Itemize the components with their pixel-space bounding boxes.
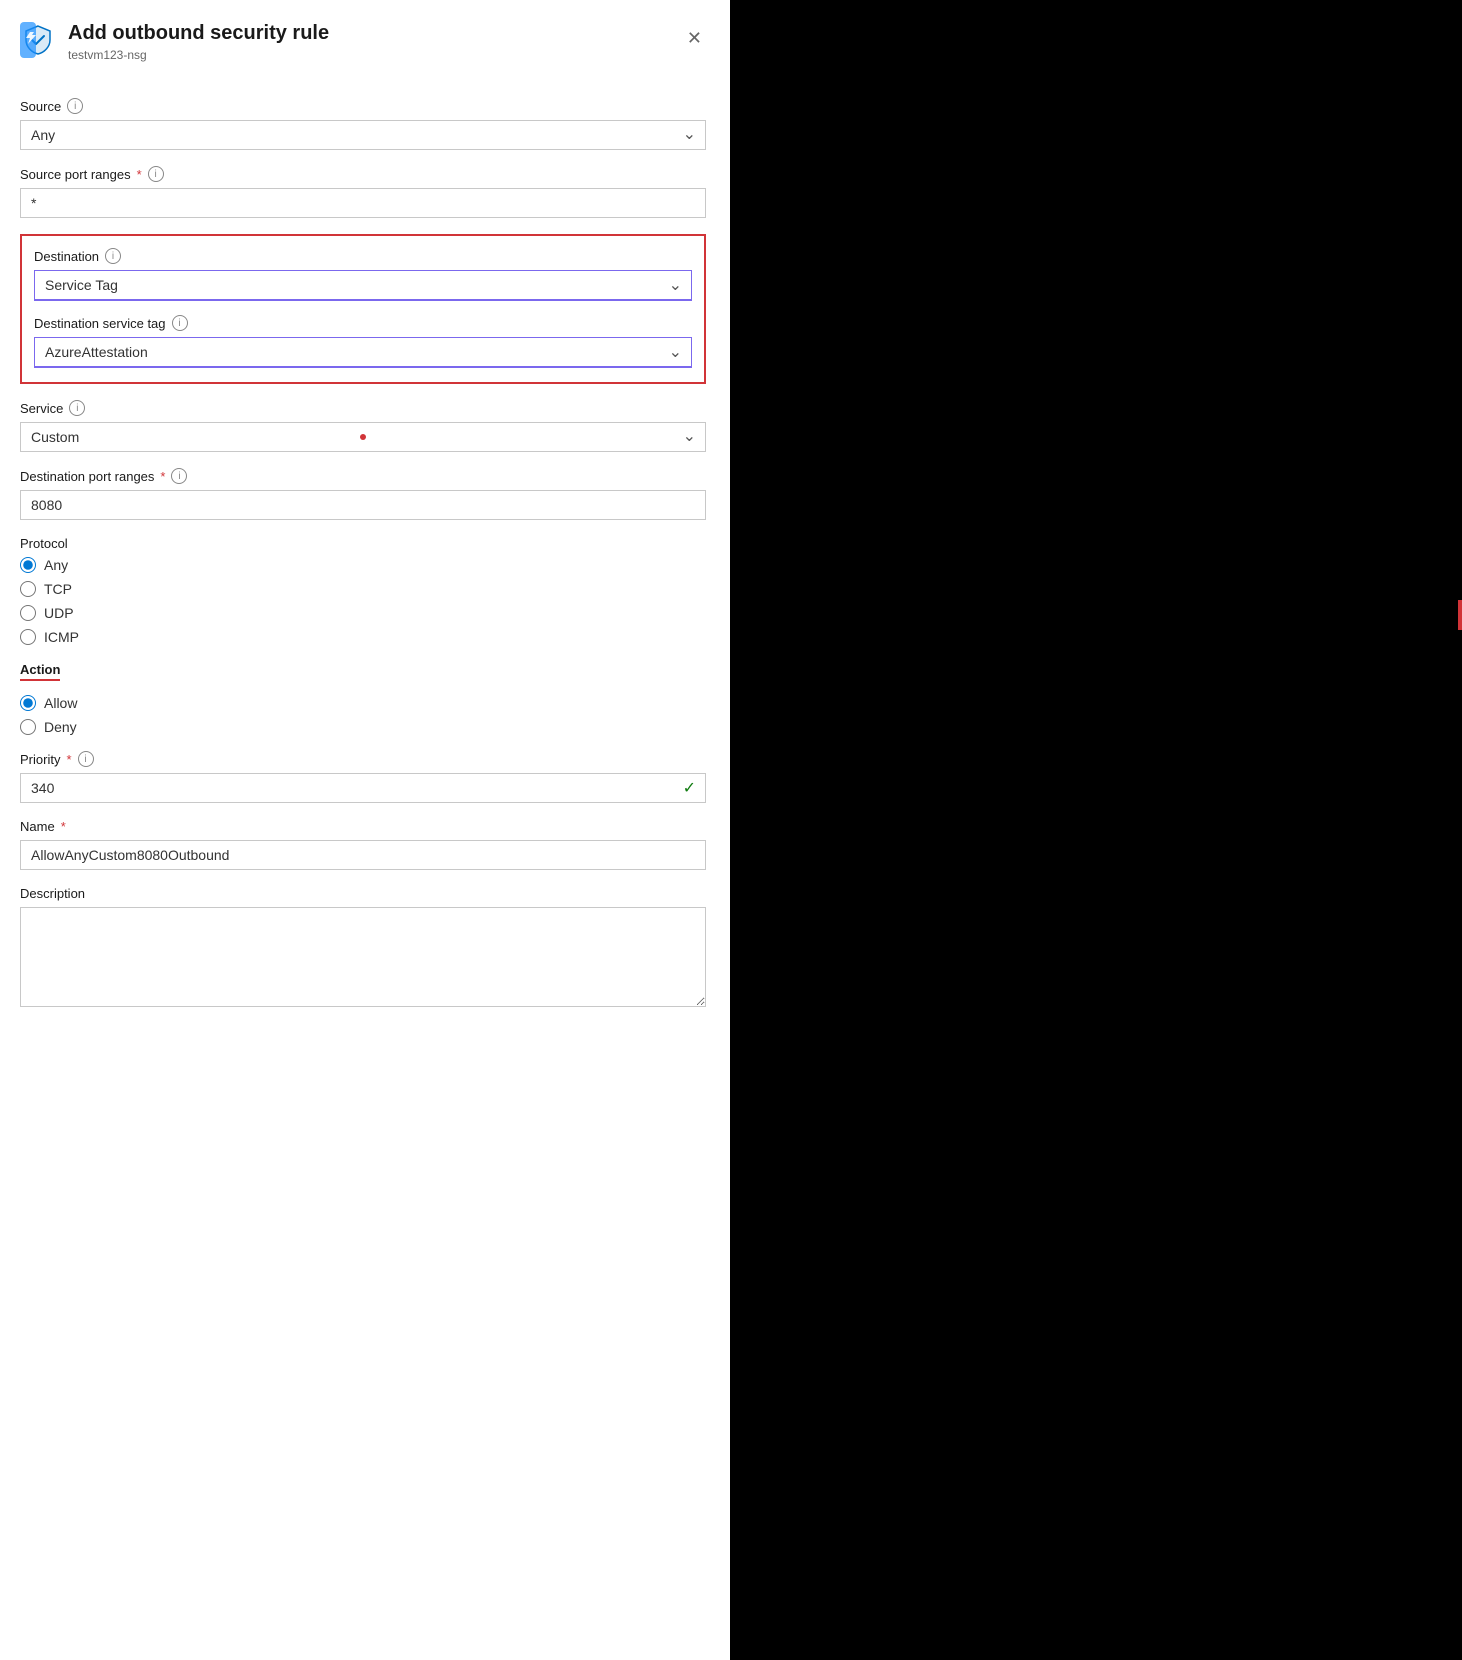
description-textarea[interactable] [20, 907, 706, 1007]
destination-service-tag-label: Destination service tag i [34, 315, 692, 331]
dest-port-info-icon[interactable]: i [171, 468, 187, 484]
protocol-udp-label: UDP [44, 605, 74, 621]
priority-required: * [66, 752, 71, 767]
name-input[interactable] [20, 840, 706, 870]
action-radio-group: Allow Deny [20, 695, 706, 735]
destination-section: Destination i Any IP Addresses Service T… [20, 234, 706, 384]
destination-select[interactable]: Any IP Addresses Service Tag Application… [34, 270, 692, 301]
priority-group: Priority * i ✓ [20, 751, 706, 803]
destination-info-icon[interactable]: i [105, 248, 121, 264]
destination-service-tag-info-icon[interactable]: i [172, 315, 188, 331]
protocol-group: Protocol Any TCP UDP ICMP [20, 536, 706, 645]
priority-input[interactable] [20, 773, 706, 803]
protocol-icmp-label: ICMP [44, 629, 79, 645]
destination-service-tag-group: Destination service tag i AzureAttestati… [34, 315, 692, 368]
description-label: Description [20, 886, 706, 901]
source-info-icon[interactable]: i [67, 98, 83, 114]
protocol-tcp-radio[interactable] [20, 581, 36, 597]
panel-body: Source i Any IP Addresses Service Tag Ap… [0, 78, 730, 1660]
protocol-tcp-label: TCP [44, 581, 72, 597]
source-label: Source i [20, 98, 706, 114]
source-port-label: Source port ranges * i [20, 166, 706, 182]
protocol-any-label: Any [44, 557, 68, 573]
protocol-udp-radio[interactable] [20, 605, 36, 621]
source-select-wrapper: Any IP Addresses Service Tag Application… [20, 120, 706, 150]
source-group: Source i Any IP Addresses Service Tag Ap… [20, 98, 706, 150]
action-deny-radio[interactable] [20, 719, 36, 735]
right-panel [730, 0, 1462, 1660]
name-required: * [61, 819, 66, 834]
name-group: Name * [20, 819, 706, 870]
service-select[interactable]: Custom HTTP HTTPS SSH RDP [20, 422, 706, 452]
action-label: Action [20, 662, 60, 681]
service-group: Service i Custom HTTP HTTPS SSH RDP [20, 400, 706, 452]
source-port-required: * [137, 167, 142, 182]
priority-label: Priority * i [20, 751, 706, 767]
destination-group: Destination i Any IP Addresses Service T… [34, 248, 692, 301]
close-button[interactable]: ✕ [683, 24, 706, 53]
dest-port-input[interactable] [20, 490, 706, 520]
service-info-icon[interactable]: i [69, 400, 85, 416]
protocol-tcp-item[interactable]: TCP [20, 581, 706, 597]
destination-service-tag-select[interactable]: AzureAttestation Internet VirtualNetwork… [34, 337, 692, 368]
protocol-any-radio[interactable] [20, 557, 36, 573]
dest-port-group: Destination port ranges * i [20, 468, 706, 520]
priority-valid-icon: ✓ [683, 778, 696, 798]
protocol-any-item[interactable]: Any [20, 557, 706, 573]
protocol-udp-item[interactable]: UDP [20, 605, 706, 621]
header-text: Add outbound security rule testvm123-nsg [68, 20, 329, 62]
destination-service-tag-select-wrapper: AzureAttestation Internet VirtualNetwork… [34, 337, 692, 368]
dest-port-label: Destination port ranges * i [20, 468, 706, 484]
dest-port-required: * [160, 469, 165, 484]
protocol-icmp-radio[interactable] [20, 629, 36, 645]
priority-input-wrapper: ✓ [20, 773, 706, 803]
protocol-icmp-item[interactable]: ICMP [20, 629, 706, 645]
header-left: Add outbound security rule testvm123-nsg [20, 20, 329, 62]
service-select-wrapper: Custom HTTP HTTPS SSH RDP [20, 422, 706, 452]
right-panel-indicator [1458, 600, 1462, 630]
protocol-label: Protocol [20, 536, 706, 551]
source-port-input[interactable] [20, 188, 706, 218]
destination-label: Destination i [34, 248, 692, 264]
action-deny-item[interactable]: Deny [20, 719, 706, 735]
action-allow-label: Allow [44, 695, 77, 711]
name-label: Name * [20, 819, 706, 834]
service-label: Service i [20, 400, 706, 416]
action-group: Action Allow Deny [20, 661, 706, 735]
priority-info-icon[interactable]: i [78, 751, 94, 767]
destination-select-wrapper: Any IP Addresses Service Tag Application… [34, 270, 692, 301]
source-port-group: Source port ranges * i [20, 166, 706, 218]
source-port-info-icon[interactable]: i [148, 166, 164, 182]
protocol-radio-group: Any TCP UDP ICMP [20, 557, 706, 645]
panel-header: Add outbound security rule testvm123-nsg… [0, 0, 730, 78]
panel: Add outbound security rule testvm123-nsg… [0, 0, 730, 1660]
azure-shield-icon [20, 22, 56, 58]
source-select[interactable]: Any IP Addresses Service Tag Application… [20, 120, 706, 150]
panel-title: Add outbound security rule [68, 20, 329, 46]
action-deny-label: Deny [44, 719, 77, 735]
action-allow-radio[interactable] [20, 695, 36, 711]
action-allow-item[interactable]: Allow [20, 695, 706, 711]
description-group: Description [20, 886, 706, 1010]
panel-subtitle: testvm123-nsg [68, 48, 329, 62]
